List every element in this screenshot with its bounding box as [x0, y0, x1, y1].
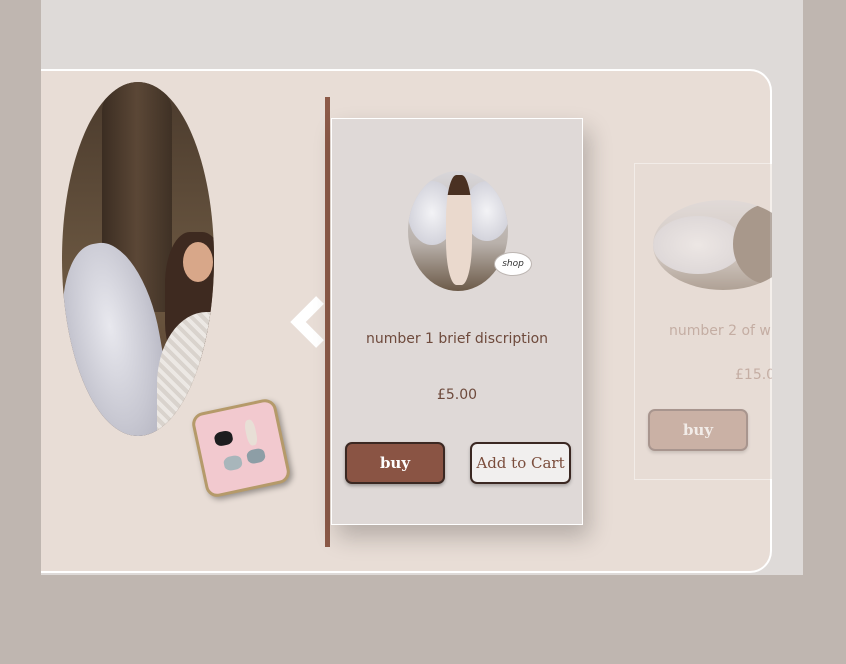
- dish-stone: [213, 429, 234, 448]
- buy-button[interactable]: buy: [345, 442, 445, 484]
- product-price: £15.0: [735, 367, 772, 383]
- product-price: £5.00: [436, 387, 478, 403]
- carousel-prev-button[interactable]: [288, 296, 328, 348]
- mini-wing: [733, 204, 772, 284]
- model-face: [183, 242, 213, 282]
- chevron-left-icon: [290, 296, 324, 348]
- product-image[interactable]: [408, 171, 508, 291]
- jewelry-dish: [189, 396, 293, 500]
- dish-stone: [222, 454, 244, 472]
- carousel-divider: [325, 97, 330, 547]
- hero-image: [62, 82, 214, 436]
- product-title: number 1 brief discription: [365, 331, 549, 347]
- mini-wing: [653, 216, 743, 274]
- mini-figure: [446, 175, 472, 285]
- shop-badge[interactable]: shop: [494, 252, 532, 276]
- product-card-2: number 2 of wh £15.0 buy: [634, 163, 772, 480]
- dish-stone: [243, 418, 259, 447]
- product-title: number 2 of wh: [669, 323, 772, 339]
- buy-button[interactable]: buy: [648, 409, 748, 451]
- add-to-cart-button[interactable]: Add to Cart: [470, 442, 571, 484]
- product-card-1: shop number 1 brief discription £5.00 bu…: [331, 118, 583, 525]
- dish-stone: [245, 447, 267, 465]
- product-image[interactable]: [653, 200, 772, 290]
- card-2-clip: number 2 of wh £15.0 buy: [634, 163, 772, 483]
